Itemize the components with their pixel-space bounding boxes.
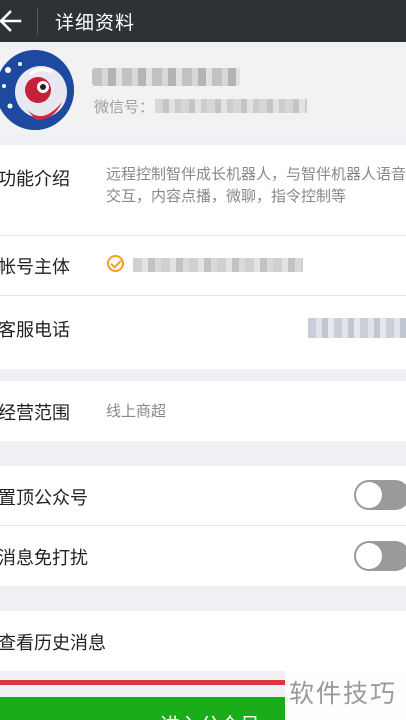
mute-toggle[interactable] [354, 541, 406, 571]
owner-value-redacted [133, 258, 303, 272]
back-arrow-icon[interactable] [0, 8, 24, 34]
history-label: 查看历史消息 [0, 633, 106, 654]
scope-group: 经营范围 线上商超 [0, 381, 406, 441]
enter-account-label: 进入公众号 [160, 709, 260, 720]
pin-label: 置顶公众号 [0, 488, 88, 509]
account-name-redacted [92, 68, 240, 86]
intro-label: 功能介绍 [0, 169, 70, 190]
setting-row-mute: 消息免打扰 [0, 526, 406, 586]
profile-section: 微信号： [0, 50, 406, 134]
wechat-id-redacted [155, 99, 307, 113]
info-row-intro: 功能介绍 远程控制智伴成长机器人，与智伴机器人语音交互，内容点播，微聊，指令控制… [0, 145, 406, 235]
wechat-id-label: 微信号： [94, 98, 155, 116]
settings-group: 置顶公众号 消息免打扰 [0, 466, 406, 586]
history-group[interactable]: 查看历史消息 [0, 611, 406, 671]
robot-logo-icon [0, 50, 74, 130]
mute-label: 消息免打扰 [0, 548, 88, 569]
intro-value: 远程控制智伴成长机器人，与智伴机器人语音交互，内容点播，微聊，指令控制等 [106, 165, 406, 205]
page-title: 详细资料 [55, 12, 136, 34]
red-underline [0, 680, 285, 685]
owner-label: 帐号主体 [0, 257, 70, 278]
verified-check-icon [107, 255, 124, 272]
phone-label: 客服电话 [0, 320, 70, 341]
setting-row-pin: 置顶公众号 [0, 466, 406, 525]
scope-value: 线上商超 [106, 402, 167, 420]
watermark: 软件技巧 [289, 679, 398, 708]
account-avatar[interactable] [0, 50, 74, 130]
enter-account-button[interactable]: 进入公众号 [0, 697, 285, 720]
pin-toggle[interactable] [354, 480, 406, 510]
top-bar: 详细资料 [0, 0, 406, 42]
scope-label: 经营范围 [0, 403, 70, 424]
phone-value-redacted[interactable] [308, 318, 406, 338]
header-divider [37, 7, 38, 35]
